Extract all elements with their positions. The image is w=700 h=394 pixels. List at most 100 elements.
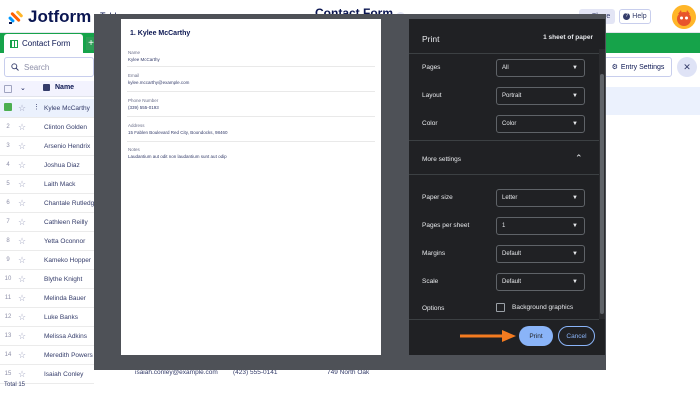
- preview-field-label: Email: [128, 73, 140, 78]
- preview-field-value: (339) 555-0193: [128, 105, 159, 110]
- preview-field-label: Address: [128, 123, 145, 128]
- layout-select[interactable]: Portrait ▼: [496, 87, 585, 105]
- margins-label: Margins: [422, 250, 446, 257]
- paper-size-label: Paper size: [422, 194, 453, 201]
- user-avatar[interactable]: [672, 5, 696, 29]
- table-row[interactable]: 11 ☆ Melinda Bauer: [0, 289, 94, 308]
- star-icon[interactable]: ☆: [18, 179, 26, 190]
- help-label: Help: [632, 13, 647, 20]
- scale-select[interactable]: Default ▼: [496, 273, 585, 291]
- star-icon[interactable]: ☆: [18, 236, 26, 247]
- row-checkbox[interactable]: [4, 103, 12, 111]
- row-number: 9: [6, 257, 10, 263]
- pages-per-sheet-select[interactable]: 1 ▼: [496, 217, 585, 235]
- table-row[interactable]: 8 ☆ Yetta Oconnor: [0, 232, 94, 251]
- layout-label: Layout: [422, 92, 442, 99]
- table-row[interactable]: 4 ☆ Joshua Diaz: [0, 156, 94, 175]
- caret-down-icon: ▼: [572, 251, 578, 257]
- divider: [409, 174, 599, 175]
- row-name: Isaiah Conley: [44, 371, 84, 378]
- table-row[interactable]: 13 ☆ Melissa Adkins: [0, 327, 94, 346]
- more-options-icon[interactable]: ⋮: [33, 103, 40, 111]
- row-name: Clinton Golden: [44, 124, 87, 131]
- star-icon[interactable]: ☆: [18, 350, 26, 361]
- table-row[interactable]: 10 ☆ Blythe Knight: [0, 270, 94, 289]
- star-icon[interactable]: ☆: [18, 217, 26, 228]
- print-button[interactable]: Print: [519, 326, 553, 346]
- jotform-logo[interactable]: Jotform: [8, 7, 91, 27]
- options-label: Options: [422, 305, 445, 312]
- caret-down-icon: ▼: [572, 223, 578, 229]
- star-icon[interactable]: ☆: [18, 198, 26, 209]
- row-name: Yetta Oconnor: [44, 238, 86, 245]
- star-icon[interactable]: ☆: [18, 141, 26, 152]
- star-icon[interactable]: ☆: [18, 255, 26, 266]
- row-name: Joshua Diaz: [44, 162, 80, 169]
- star-icon[interactable]: ☆: [18, 293, 26, 304]
- table-row[interactable]: 2 ☆ Clinton Golden: [0, 118, 94, 137]
- star-icon[interactable]: ☆: [18, 103, 26, 114]
- caret-down-icon: ▼: [572, 195, 578, 201]
- preview-field-value: kylee.mccarthy@example.com: [128, 80, 190, 85]
- close-button[interactable]: ✕: [677, 57, 697, 77]
- preview-field-phone: Phone Number (339) 555-0193: [127, 98, 375, 117]
- chevron-down-icon[interactable]: ⌄: [20, 84, 26, 92]
- cancel-button[interactable]: Cancel: [558, 326, 595, 346]
- star-icon[interactable]: ☆: [18, 369, 26, 380]
- last-row-email: isaiah.conley@example.com: [135, 369, 218, 376]
- table-row[interactable]: 14 ☆ Meredith Powers: [0, 346, 94, 365]
- row-name: Melissa Adkins: [44, 333, 87, 340]
- table-row[interactable]: 12 ☆ Luke Banks: [0, 308, 94, 327]
- preview-field-label: Notes: [128, 147, 140, 152]
- print-title: Print: [422, 34, 440, 44]
- search-input[interactable]: Search: [4, 57, 94, 77]
- color-value: Color: [502, 121, 517, 127]
- scale-label: Scale: [422, 278, 439, 285]
- table-grid-icon: [10, 39, 18, 48]
- total-count: Total 15: [4, 382, 26, 388]
- row-number: 15: [4, 371, 12, 377]
- table-row[interactable]: 7 ☆ Cathleen Reilly: [0, 213, 94, 232]
- row-name: Laith Mack: [44, 181, 76, 188]
- row-number: 2: [6, 124, 10, 130]
- table-right-columns: [606, 84, 700, 384]
- last-row-phone: (423) 555-0141: [233, 369, 278, 376]
- star-icon[interactable]: ☆: [18, 160, 26, 171]
- name-column-header[interactable]: Name: [55, 84, 74, 91]
- scrollbar-thumb[interactable]: [600, 74, 604, 314]
- table-row[interactable]: 9 ☆ Kameko Hopper: [0, 251, 94, 270]
- table-row[interactable]: ⋮ ☆ Kylee McCarthy: [0, 99, 94, 118]
- chevron-up-icon[interactable]: ⌃: [575, 153, 583, 164]
- caret-down-icon: ▼: [572, 65, 578, 71]
- star-icon[interactable]: ☆: [18, 331, 26, 342]
- sheet-count: 1 sheet of paper: [543, 34, 593, 41]
- more-settings-toggle[interactable]: More settings: [422, 156, 461, 163]
- background-graphics-label: Background graphics: [512, 304, 574, 311]
- color-select[interactable]: Color ▼: [496, 115, 585, 133]
- row-name: Luke Banks: [44, 314, 78, 321]
- table-row[interactable]: 5 ☆ Laith Mack: [0, 175, 94, 194]
- help-button[interactable]: ? Help: [619, 9, 651, 24]
- row-number: 12: [4, 314, 12, 320]
- star-icon[interactable]: ☆: [18, 122, 26, 133]
- pages-value: All: [502, 65, 509, 71]
- preview-title: 1. Kylee McCarthy: [130, 30, 191, 37]
- divider: [409, 140, 599, 141]
- row-number: 11: [4, 295, 12, 301]
- pages-select[interactable]: All ▼: [496, 59, 585, 77]
- preview-field-value: Kylee McCarthy: [128, 57, 160, 62]
- table-row[interactable]: 3 ☆ Arsenio Hendrix: [0, 137, 94, 156]
- row-number: 5: [6, 181, 10, 187]
- background-graphics-checkbox[interactable]: [496, 303, 505, 312]
- entry-settings-button[interactable]: ⚙ Entry Settings: [604, 57, 672, 77]
- select-all-checkbox[interactable]: [4, 85, 12, 93]
- layout-value: Portrait: [502, 93, 522, 99]
- star-icon[interactable]: ☆: [18, 312, 26, 323]
- table-row[interactable]: 6 ☆ Chantale Rutledg: [0, 194, 94, 213]
- star-icon[interactable]: ☆: [18, 274, 26, 285]
- row-number: 13: [4, 333, 12, 339]
- print-settings-panel: Print 1 sheet of paper Pages All ▼ Layout…: [409, 19, 605, 355]
- paper-size-select[interactable]: Letter ▼: [496, 189, 585, 207]
- margins-select[interactable]: Default ▼: [496, 245, 585, 263]
- tab-contact-form[interactable]: Contact Form: [4, 34, 83, 53]
